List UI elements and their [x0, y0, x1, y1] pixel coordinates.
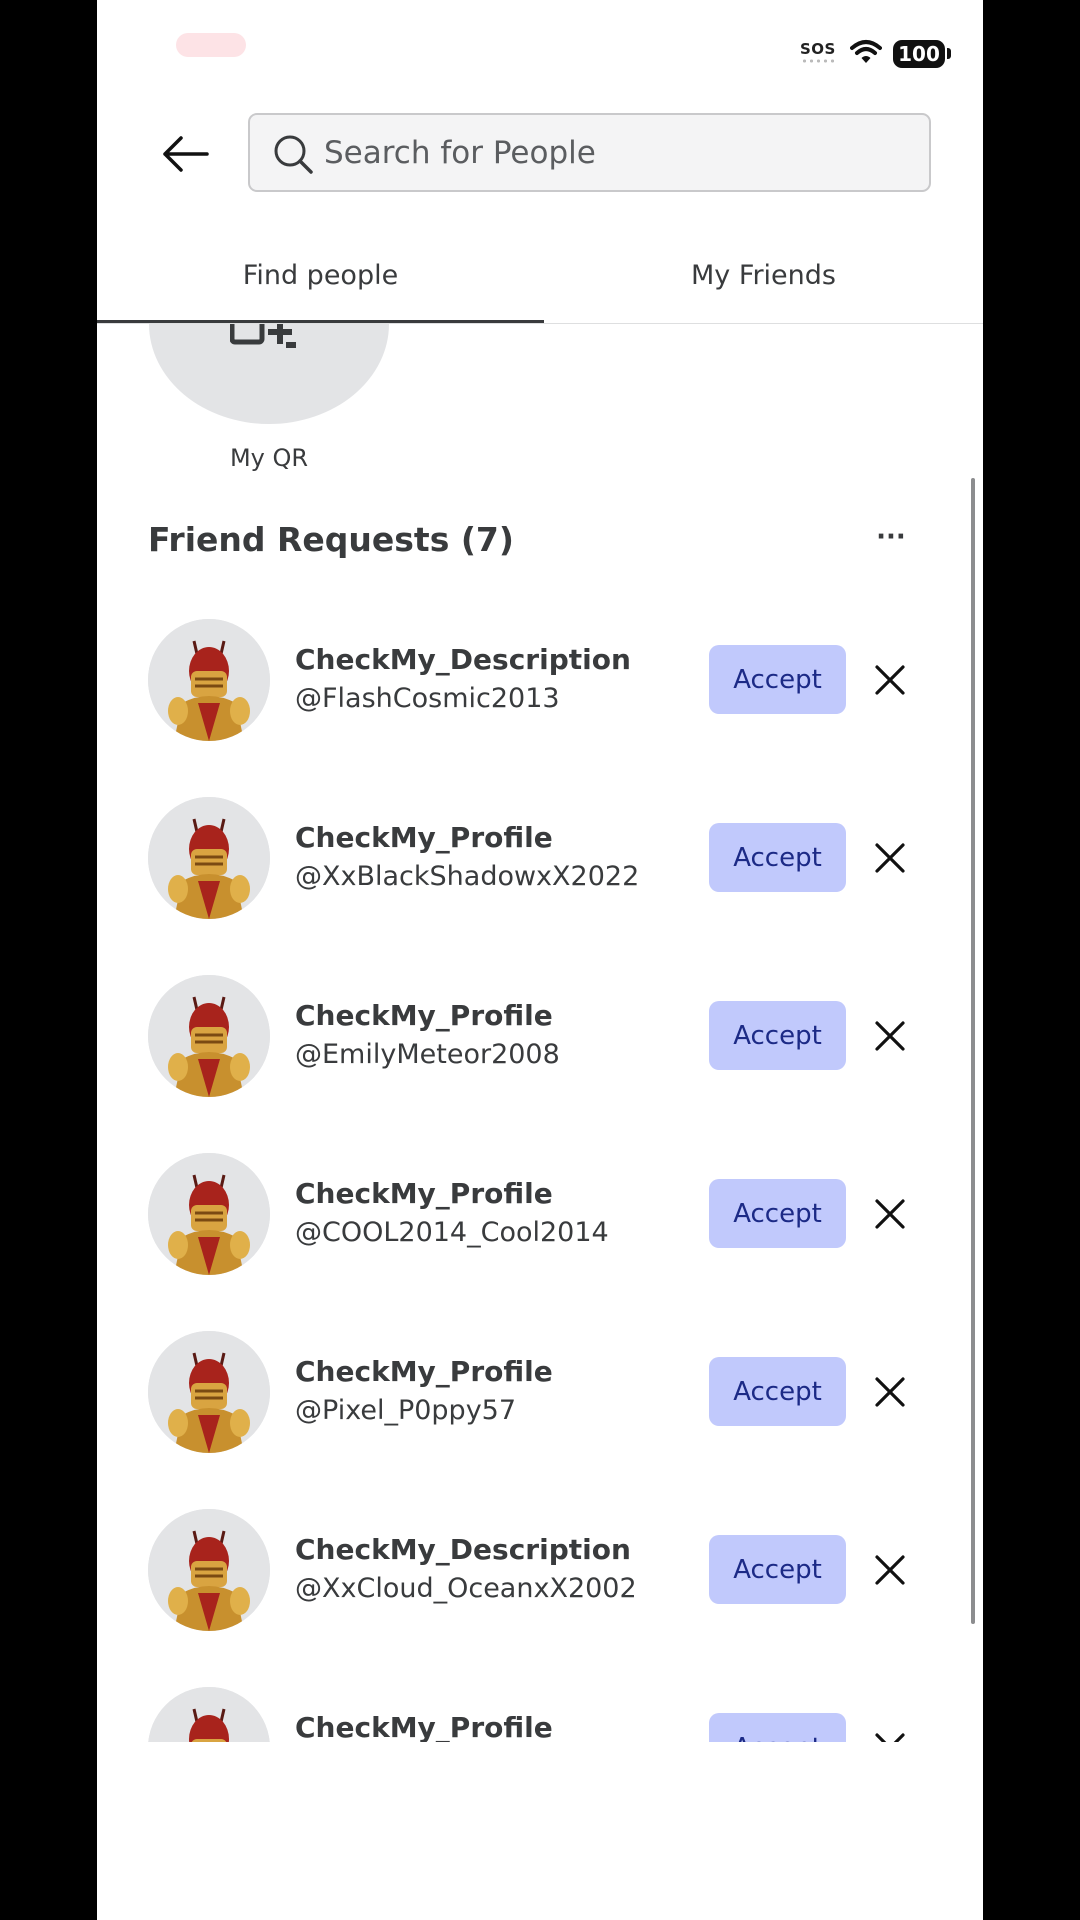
close-icon[interactable] [873, 1731, 907, 1742]
accept-button[interactable]: Accept [709, 1179, 846, 1248]
avatar-knight-icon [148, 797, 270, 919]
battery-icon: 100 [893, 40, 945, 68]
wifi-icon [850, 40, 882, 63]
display-name[interactable]: CheckMy_Profile [295, 999, 553, 1032]
more-options-icon[interactable]: ··· [871, 524, 911, 558]
friend-requests-title: Friend Requests (7) [148, 520, 514, 559]
friend-request-row: CheckMy_Profile Accept [97, 1687, 983, 1742]
tab-find-people[interactable]: Find people [97, 250, 544, 320]
avatar-knight-icon [148, 1331, 270, 1453]
accept-button[interactable]: Accept [709, 1535, 846, 1604]
friend-request-row: CheckMy_Description @XxCloud_OceanxX2002… [97, 1509, 983, 1669]
avatar-knight-icon [148, 975, 270, 1097]
search-bar[interactable] [248, 113, 931, 192]
close-icon[interactable] [873, 1197, 907, 1231]
close-icon[interactable] [873, 841, 907, 875]
search-input[interactable] [324, 115, 904, 190]
friend-request-row: CheckMy_Profile @EmilyMeteor2008 Accept [97, 975, 983, 1135]
accept-button[interactable]: Accept [709, 1357, 846, 1426]
avatar[interactable] [148, 1153, 270, 1275]
friend-request-row: CheckMy_Profile @XxBlackShadowxX2022 Acc… [97, 797, 983, 957]
close-icon[interactable] [873, 1553, 907, 1587]
avatar[interactable] [148, 1687, 270, 1742]
accept-button[interactable]: Accept [709, 823, 846, 892]
tab-my-friends[interactable]: My Friends [544, 250, 983, 320]
accept-button[interactable]: Accept [709, 1001, 846, 1070]
username: @XxBlackShadowxX2022 [295, 861, 640, 892]
display-name[interactable]: CheckMy_Profile [295, 1711, 553, 1742]
signal-dots-icon [801, 59, 835, 63]
sos-indicator: SOS [800, 40, 836, 58]
avatar[interactable] [148, 797, 270, 919]
avatar[interactable] [148, 975, 270, 1097]
my-qr-label: My QR [229, 444, 309, 472]
recording-indicator [176, 33, 246, 57]
username: @XxCloud_OceanxX2002 [295, 1573, 637, 1604]
username: @FlashCosmic2013 [295, 683, 560, 714]
accept-button[interactable]: Accept [709, 645, 846, 714]
username: @Pixel_P0ppy57 [295, 1395, 517, 1426]
display-name[interactable]: CheckMy_Description [295, 643, 631, 676]
friend-request-row: CheckMy_Profile @Pixel_P0ppy57 Accept [97, 1331, 983, 1491]
display-name[interactable]: CheckMy_Description [295, 1533, 631, 1566]
close-icon[interactable] [873, 1375, 907, 1409]
avatar[interactable] [148, 1331, 270, 1453]
friend-request-row: CheckMy_Description @FlashCosmic2013 Acc… [97, 619, 983, 779]
avatar[interactable] [148, 1509, 270, 1631]
close-icon[interactable] [873, 1019, 907, 1053]
app-screen: SOS 100 Find people My Friends My QR Fri… [97, 0, 983, 1920]
username: @COOL2014_Cool2014 [295, 1217, 609, 1248]
avatar-knight-icon [148, 1687, 270, 1742]
avatar[interactable] [148, 619, 270, 741]
battery-tip [947, 48, 951, 59]
scroll-content[interactable]: My QR Friend Requests (7) ··· CheckMy_De… [97, 324, 983, 1742]
display-name[interactable]: CheckMy_Profile [295, 1355, 553, 1388]
username: @EmilyMeteor2008 [295, 1039, 560, 1070]
back-arrow-icon[interactable] [159, 132, 211, 176]
avatar-knight-icon [148, 619, 270, 741]
friend-request-row: CheckMy_Profile @COOL2014_Cool2014 Accep… [97, 1153, 983, 1313]
display-name[interactable]: CheckMy_Profile [295, 821, 553, 854]
avatar-knight-icon [148, 1153, 270, 1275]
qr-code-icon [230, 324, 296, 348]
avatar-knight-icon [148, 1509, 270, 1631]
scrollbar[interactable] [971, 478, 975, 1624]
display-name[interactable]: CheckMy_Profile [295, 1177, 553, 1210]
accept-button[interactable]: Accept [709, 1713, 846, 1742]
search-icon [274, 135, 313, 174]
close-icon[interactable] [873, 663, 907, 697]
